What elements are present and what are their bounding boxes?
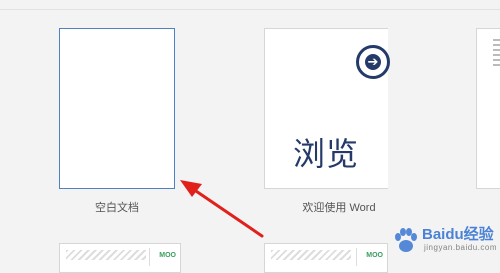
watermark-name: Baidu经验 (422, 226, 494, 243)
watermark-url: jingyan.baidu.com (424, 243, 497, 252)
paw-logo-icon (395, 228, 417, 252)
baidu-watermark: Baidu经验 jingyan.baidu.com (388, 221, 498, 261)
